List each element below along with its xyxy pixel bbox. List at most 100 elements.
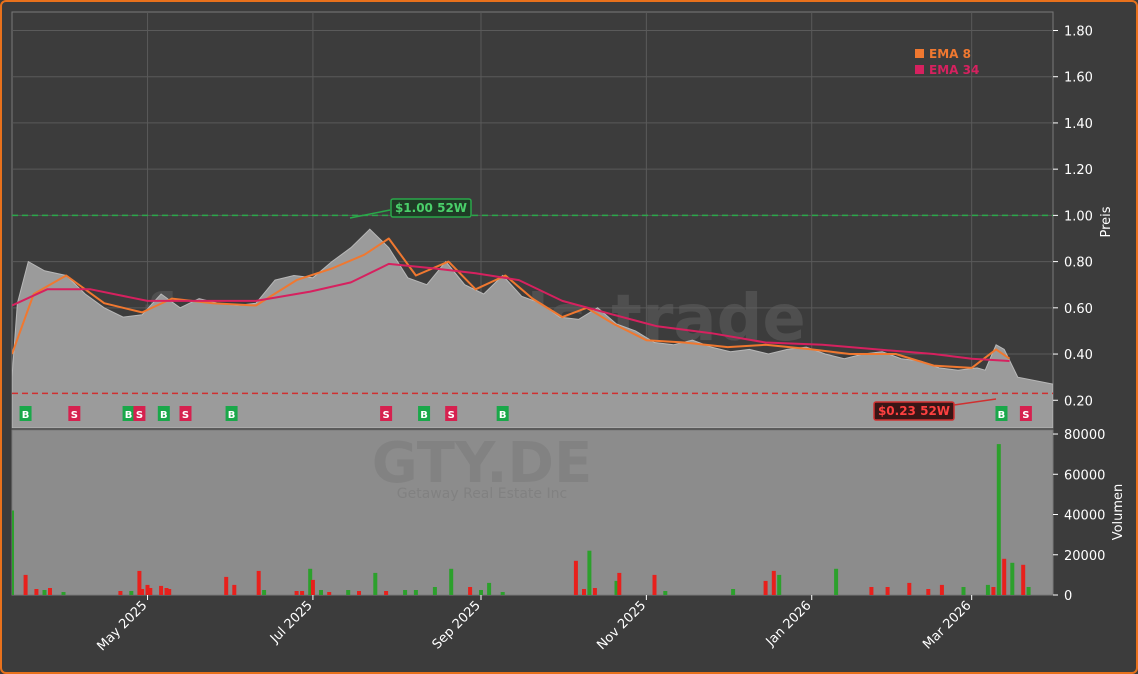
volume-bar-2 (34, 589, 39, 595)
legend-swatch-ema8 (915, 49, 924, 58)
volume-bar-4 (48, 588, 52, 595)
low-52w-label: $0.23 52W (878, 404, 950, 418)
volume-bar-27 (373, 572, 378, 595)
volume-bar-18 (262, 590, 267, 595)
volume-bar-14 (167, 589, 172, 595)
volume-bar-45 (731, 589, 736, 595)
signal-label-12: S (1022, 410, 1029, 421)
legend-label-ema8: EMA 8 (929, 47, 971, 61)
price-tick-label-8: 1.80 (1064, 24, 1093, 39)
volume-bar-3 (42, 590, 47, 595)
volume-bar-0 (12, 510, 14, 595)
volume-bar-57 (991, 587, 996, 595)
signal-label-8: B (420, 410, 428, 421)
signal-label-9: S (448, 410, 455, 421)
volume-bar-36 (500, 592, 505, 595)
volume-bar-44 (663, 591, 668, 595)
volume-tick-label-0: 0 (1064, 589, 1072, 604)
volume-bar-56 (985, 584, 990, 595)
price-y-axis: 0.20 0.40 0.60 0.80 1.00 1.20 1.40 1.60 1.80 (1053, 24, 1093, 409)
volume-bar-33 (468, 587, 473, 595)
volume-tick-label-4: 80000 (1064, 428, 1105, 443)
volume-bar-23 (319, 590, 323, 595)
signal-label-11: B (998, 410, 1006, 421)
volume-y-axis: 0 20000 40000 60000 80000 (1053, 428, 1105, 604)
volume-bar-47 (771, 570, 776, 595)
volume-bar-20 (300, 591, 305, 595)
price-tick-label-2: 0.60 (1064, 302, 1093, 317)
price-tick-label-4: 1.00 (1064, 209, 1093, 224)
volume-bar-38 (582, 589, 586, 595)
signal-label-7: S (383, 410, 390, 421)
watermark-company: Getaway Real Estate Inc (397, 486, 567, 502)
volume-bar-11 (148, 588, 153, 595)
date-tick-label-4: Jan 2026 (763, 598, 815, 650)
volume-bar-19 (294, 591, 299, 595)
signal-label-3: S (136, 410, 143, 421)
volume-bar-7 (129, 591, 134, 595)
volume-bar-12 (159, 585, 164, 595)
volume-tick-label-1: 20000 (1064, 549, 1105, 564)
volume-bar-58 (996, 444, 1001, 595)
date-tick-label-1: Jul 2025 (267, 598, 316, 647)
volume-bar-17 (256, 570, 261, 595)
volume-bar-28 (384, 591, 389, 595)
volume-bar-26 (357, 591, 361, 595)
volume-bar-43 (652, 574, 657, 595)
volume-bar-49 (834, 568, 839, 595)
signal-label-6: B (228, 410, 236, 421)
price-tick-label-3: 0.80 (1064, 256, 1093, 271)
volume-tick-label-2: 40000 (1064, 509, 1105, 524)
date-tick-label-5: Mar 2026 (920, 598, 974, 652)
price-tick-label-7: 1.60 (1064, 71, 1093, 86)
volume-bar-32 (449, 568, 454, 595)
signal-label-5: S (182, 410, 189, 421)
volume-bar-62 (1026, 587, 1031, 595)
date-x-axis: May 2025 Jul 2025 Sep 2025 Nov 2025 Jan 2026… (94, 595, 975, 654)
volume-bar-50 (869, 587, 874, 595)
price-tick-label-6: 1.40 (1064, 117, 1093, 132)
volume-bar-54 (939, 584, 944, 595)
volume-bar-22 (310, 579, 315, 595)
volume-bar-37 (573, 560, 578, 595)
volume-bar-35 (487, 582, 492, 595)
price-axis-label: Preis (1099, 206, 1114, 237)
volume-bar-25 (346, 590, 351, 595)
volume-bar-9 (140, 589, 145, 595)
price-tick-label-0: 0.20 (1064, 394, 1093, 409)
volume-bar-42 (617, 572, 622, 595)
volume-bar-55 (961, 587, 966, 595)
volume-bar-30 (413, 590, 418, 595)
volume-bar-60 (1010, 562, 1015, 595)
signal-label-2: B (125, 410, 133, 421)
volume-bar-40 (592, 588, 597, 595)
price-tick-label-5: 1.20 (1064, 163, 1093, 178)
signal-label-10: B (499, 410, 507, 421)
price-tick-label-1: 0.40 (1064, 348, 1093, 363)
volume-bar-52 (907, 582, 912, 595)
signal-label-1: S (71, 410, 78, 421)
volume-bar-16 (232, 584, 237, 595)
legend-swatch-ema34 (915, 65, 924, 74)
stock-chart: forexsignals.trade GTY.DE Getaway Real E… (11, 11, 1126, 654)
volume-bar-24 (327, 592, 332, 595)
volume-bar-48 (777, 574, 782, 595)
volume-bar-61 (1021, 564, 1026, 595)
volume-bar-15 (224, 576, 229, 595)
date-tick-label-0: May 2025 (94, 598, 150, 654)
volume-bar-53 (926, 589, 931, 595)
date-tick-label-2: Sep 2025 (430, 598, 484, 652)
volume-bar-51 (885, 587, 890, 595)
volume-bar-5 (61, 592, 66, 595)
volume-bar-31 (432, 587, 437, 595)
volume-bar-34 (479, 590, 483, 595)
volume-bar-1 (23, 574, 28, 595)
volume-bar-59 (1002, 558, 1007, 595)
high-52w-label: $1.00 52W (395, 201, 467, 215)
volume-tick-label-3: 60000 (1064, 468, 1105, 483)
signal-label-0: B (22, 410, 30, 421)
volume-axis-label: Volumen (1111, 484, 1126, 541)
signal-label-4: B (160, 410, 168, 421)
volume-bar-39 (587, 550, 592, 595)
volume-bar-6 (118, 591, 123, 595)
